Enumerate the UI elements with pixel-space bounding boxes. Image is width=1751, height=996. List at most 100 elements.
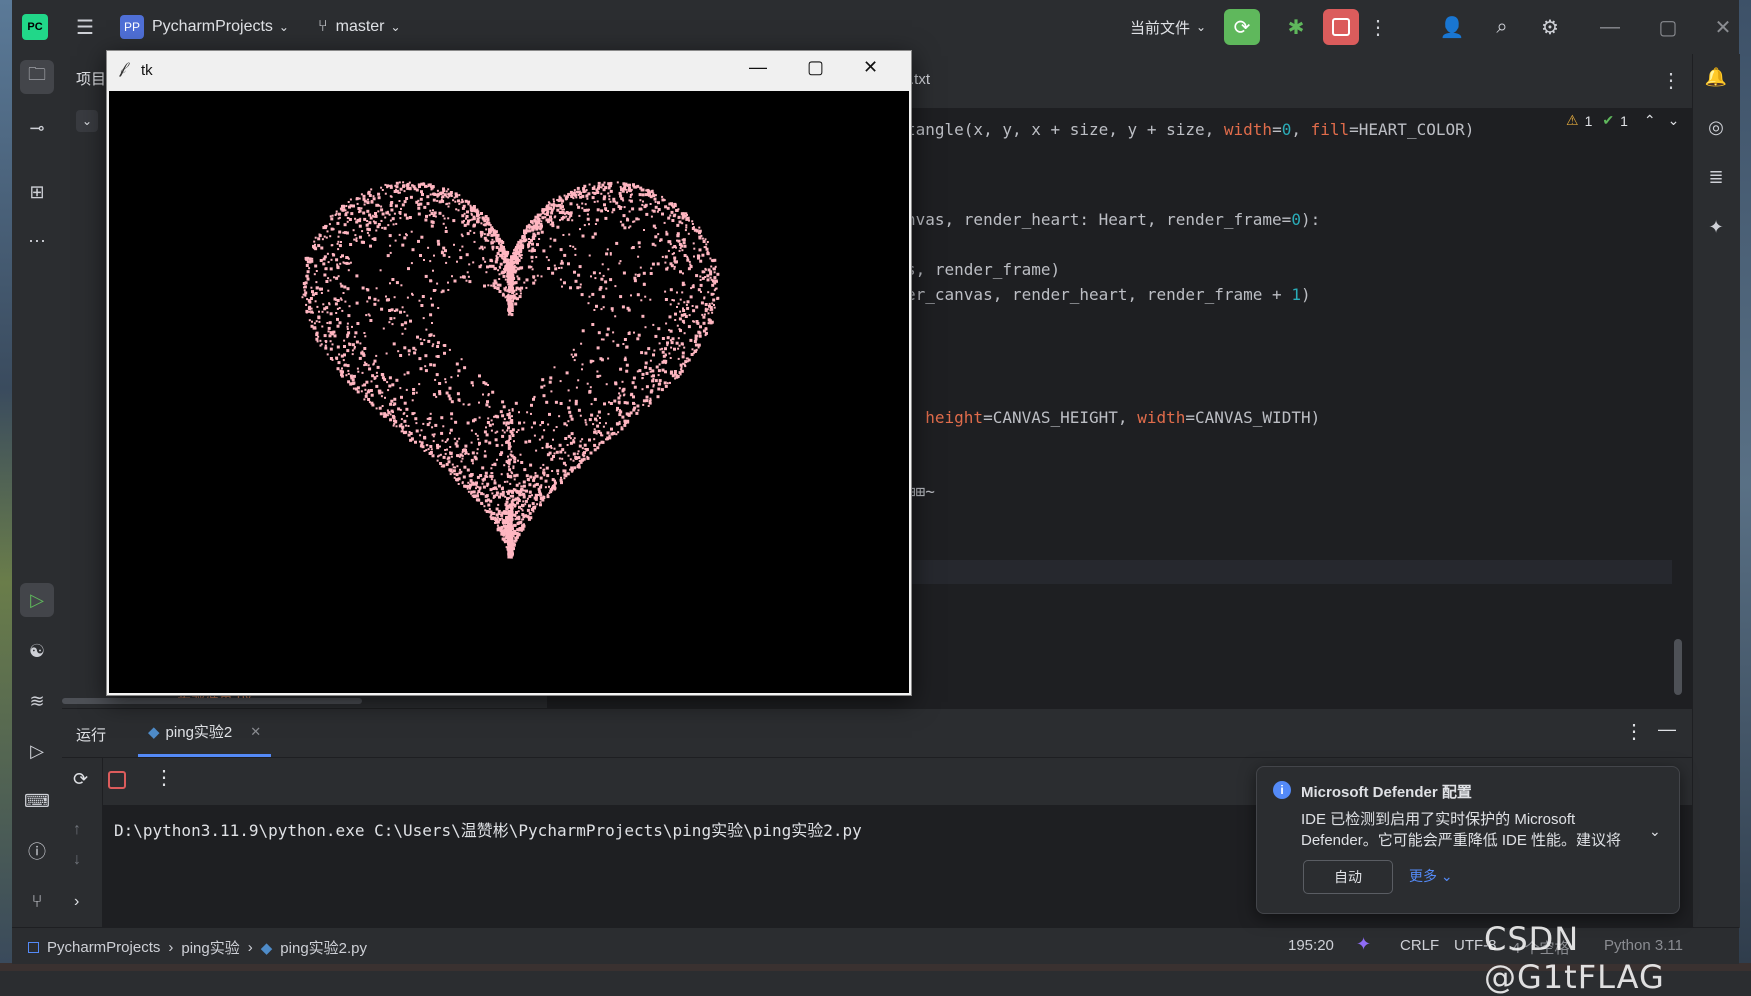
editor-tab[interactable]: .txt [910,71,930,88]
heart-particle [528,238,530,240]
breadcrumb-project[interactable]: PycharmProjects [47,939,160,956]
heart-particle [518,411,520,414]
code-line[interactable]: er_canvas, render_heart, render_frame + … [906,285,1311,304]
heart-particle [362,211,366,215]
more-vertical-icon[interactable]: ⋮ [154,765,174,790]
rerun-button[interactable]: ⟳ [1224,9,1260,45]
heart-particle [522,235,526,239]
minimize-panel-icon[interactable]: — [1658,719,1676,740]
notifications-bell-icon[interactable]: 🔔 [1699,60,1733,94]
chevron-down-icon[interactable]: ⌄ [1668,112,1680,129]
heart-particle [303,289,306,292]
heart-particle [632,185,635,188]
heart-particle [414,417,418,421]
heart-particle [499,244,502,247]
rerun-icon[interactable]: ⟳ [73,769,88,790]
project-folder-icon[interactable]: 🗀 [20,60,54,94]
more-vertical-icon[interactable]: ⋮ [1624,719,1644,744]
code-line[interactable]: tangle(x, y, x + size, y + size, width=0… [906,120,1474,139]
heart-particle [360,193,363,196]
code-line[interactable]: nvas, render_heart: Heart, render_frame=… [906,210,1320,229]
run-tool-icon[interactable]: ▷ [20,583,54,617]
code-line[interactable]: , height=CANVAS_HEIGHT, width=CANVAS_WID… [906,408,1320,427]
window-maximize-icon[interactable]: ▢ [1652,11,1684,43]
heart-particle [490,478,493,481]
heart-particle [453,279,457,283]
heart-particle [384,192,387,195]
window-minimize-icon[interactable]: — [1594,11,1626,43]
vertical-scrollbar[interactable] [1674,639,1682,695]
heart-particle [569,414,573,418]
heart-particle [421,295,425,298]
heart-particle [365,380,369,384]
caret-position[interactable]: 195:20 [1288,937,1334,954]
sciview-icon[interactable]: ✦ [1699,210,1733,244]
stop-run-icon[interactable] [108,771,126,789]
breadcrumb-file[interactable]: ping实验2.py [280,937,367,958]
search-icon[interactable]: ⌕ [1486,11,1518,43]
python-console-icon[interactable]: ☯ [20,634,54,668]
heart-particle [435,373,439,377]
heart-particle [502,421,506,425]
expand-chevron-icon[interactable]: ⌄ [76,110,98,132]
run-tab[interactable]: ◆ ping实验2 ✕ [138,709,272,757]
ai-status-icon[interactable]: ✦ [1356,934,1371,955]
services-icon[interactable]: ▷ [20,734,54,768]
heart-particle [565,371,569,375]
scroll-down-icon[interactable]: ↓ [73,851,81,869]
stop-button[interactable] [1323,9,1359,45]
heart-particle [337,240,340,243]
commit-icon[interactable]: ⊸ [20,111,54,145]
terminal-icon[interactable]: ⌨ [20,784,54,818]
main-menu-icon[interactable]: ☰ [70,12,100,42]
more-tools-icon[interactable]: ⋯ [20,224,54,258]
run-config-selector[interactable]: 当前文件 ⌄ [1130,0,1206,54]
heart-particle [591,191,594,194]
heart-canvas[interactable] [109,91,909,693]
heart-particle [336,299,340,302]
heart-particle [625,412,629,416]
inspection-widget[interactable]: ⚠ 1 ✔ 1 ⌃ ⌄ [1566,112,1679,129]
heart-particle [314,264,318,268]
more-vertical-icon[interactable]: ⋮ [1368,11,1388,43]
scroll-up-icon[interactable]: ↑ [73,821,81,839]
database-icon[interactable]: ≣ [1699,160,1733,194]
code-token: 1 [1291,285,1301,304]
problems-icon[interactable]: ⓘ [20,834,54,868]
debug-bug-icon[interactable]: ✱ [1280,11,1312,43]
breadcrumb-folder[interactable]: ping实验 [181,937,239,958]
heart-particle [492,284,496,288]
chevron-right-icon[interactable]: › [74,893,79,911]
horizontal-scrollbar[interactable] [62,698,362,704]
heart-particle [601,434,604,437]
heart-particle [671,203,674,206]
heart-particle [546,495,550,499]
heart-particle [609,200,612,203]
heart-particle [554,479,556,482]
more-vertical-icon[interactable]: ⋮ [1661,68,1681,93]
gear-icon[interactable]: ⚙ [1534,11,1566,43]
ai-assistant-icon[interactable]: ◎ [1699,110,1733,144]
window-close-icon[interactable]: ✕ [1707,11,1739,43]
more-link[interactable]: 更多 ⌄ [1409,866,1453,886]
heart-particle [517,429,520,432]
python-packages-icon[interactable]: ≋ [20,684,54,718]
close-tab-icon[interactable]: ✕ [250,724,261,740]
line-separator[interactable]: CRLF [1400,937,1439,954]
heart-particle [699,275,702,278]
heart-particle [424,354,428,358]
auto-button[interactable]: 自动 [1303,860,1393,894]
expand-chevron-icon[interactable]: ⌄ [1649,823,1661,840]
heart-particle [535,225,538,228]
window-minimize-icon[interactable]: — [749,57,767,78]
window-close-icon[interactable]: ✕ [863,57,878,78]
structure-icon[interactable]: ⊞ [20,175,54,209]
chevron-up-icon[interactable]: ⌃ [1644,112,1656,129]
code-line[interactable]: s, render_frame) [906,260,1060,279]
project-switcher[interactable]: PP PycharmProjects ⌄ [120,0,289,54]
git-icon[interactable]: ⑂ [20,884,54,918]
heart-particle [614,315,617,318]
window-maximize-icon[interactable]: ▢ [807,57,824,78]
branch-switcher[interactable]: ⑂ master ⌄ [318,0,401,54]
add-user-icon[interactable]: 👤 [1436,11,1468,43]
